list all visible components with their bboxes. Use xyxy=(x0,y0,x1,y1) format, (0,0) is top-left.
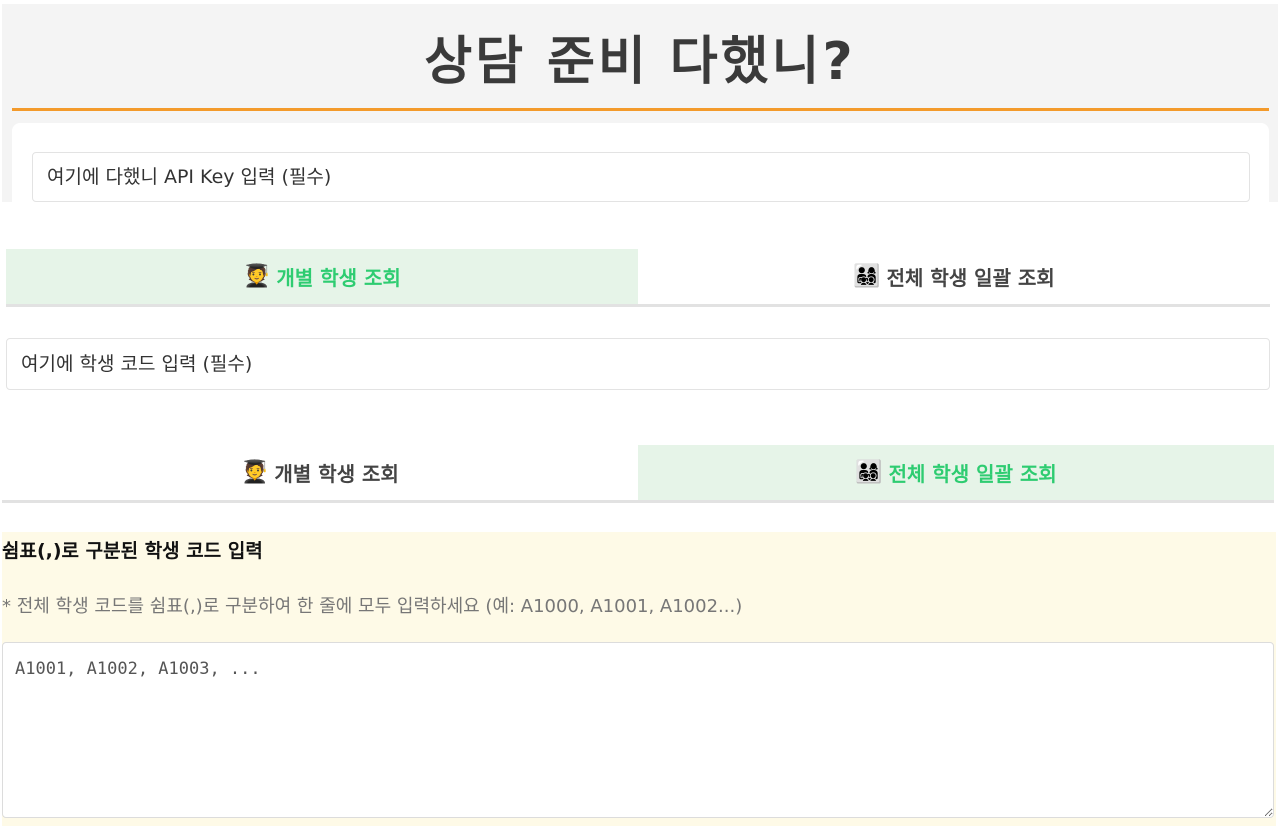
header-panel: 상담 준비 다했니? xyxy=(2,4,1278,202)
tab-bar-bottom: 🧑‍🎓 개별 학생 조회 👨‍👩‍👧‍👦 전체 학생 일괄 조회 xyxy=(2,445,1274,503)
tab-underline xyxy=(2,500,1274,503)
student-codes-textarea[interactable] xyxy=(2,642,1274,818)
batch-heading: 쉼표(,)로 구분된 학생 코드 입력 xyxy=(2,540,263,562)
title-divider xyxy=(12,108,1269,111)
group-icon: 👨‍👩‍👧‍👦 xyxy=(855,460,883,485)
tab-batch-students[interactable]: 👨‍👩‍👧‍👦 전체 학생 일괄 조회 xyxy=(638,445,1274,503)
tab-bar-top: 🧑‍🎓 개별 학생 조회 👨‍👩‍👧‍👦 전체 학생 일괄 조회 xyxy=(6,249,1270,307)
tab-individual-student[interactable]: 🧑‍🎓 개별 학생 조회 xyxy=(2,445,638,500)
page-title: 상담 준비 다했니? xyxy=(424,31,856,92)
tab-label: 전체 학생 일괄 조회 xyxy=(886,266,1055,290)
batch-hint: * 전체 학생 코드를 쉼표(,)로 구분하여 한 줄에 모두 입력하세요 (예… xyxy=(2,596,743,617)
student-icon: 🧑‍🎓 xyxy=(241,460,269,485)
tab-individual-student[interactable]: 🧑‍🎓 개별 학생 조회 xyxy=(6,249,638,307)
tab-label: 전체 학생 일괄 조회 xyxy=(888,462,1057,486)
student-code-input[interactable] xyxy=(6,338,1270,390)
student-icon: 🧑‍🎓 xyxy=(243,264,271,289)
tab-underline xyxy=(6,304,1270,307)
api-key-card xyxy=(12,123,1269,202)
group-icon: 👨‍👩‍👧‍👦 xyxy=(853,264,881,289)
tab-label: 개별 학생 조회 xyxy=(276,266,401,290)
tab-batch-students[interactable]: 👨‍👩‍👧‍👦 전체 학생 일괄 조회 xyxy=(638,249,1270,304)
tab-label: 개별 학생 조회 xyxy=(274,462,399,486)
api-key-input[interactable] xyxy=(32,152,1250,202)
